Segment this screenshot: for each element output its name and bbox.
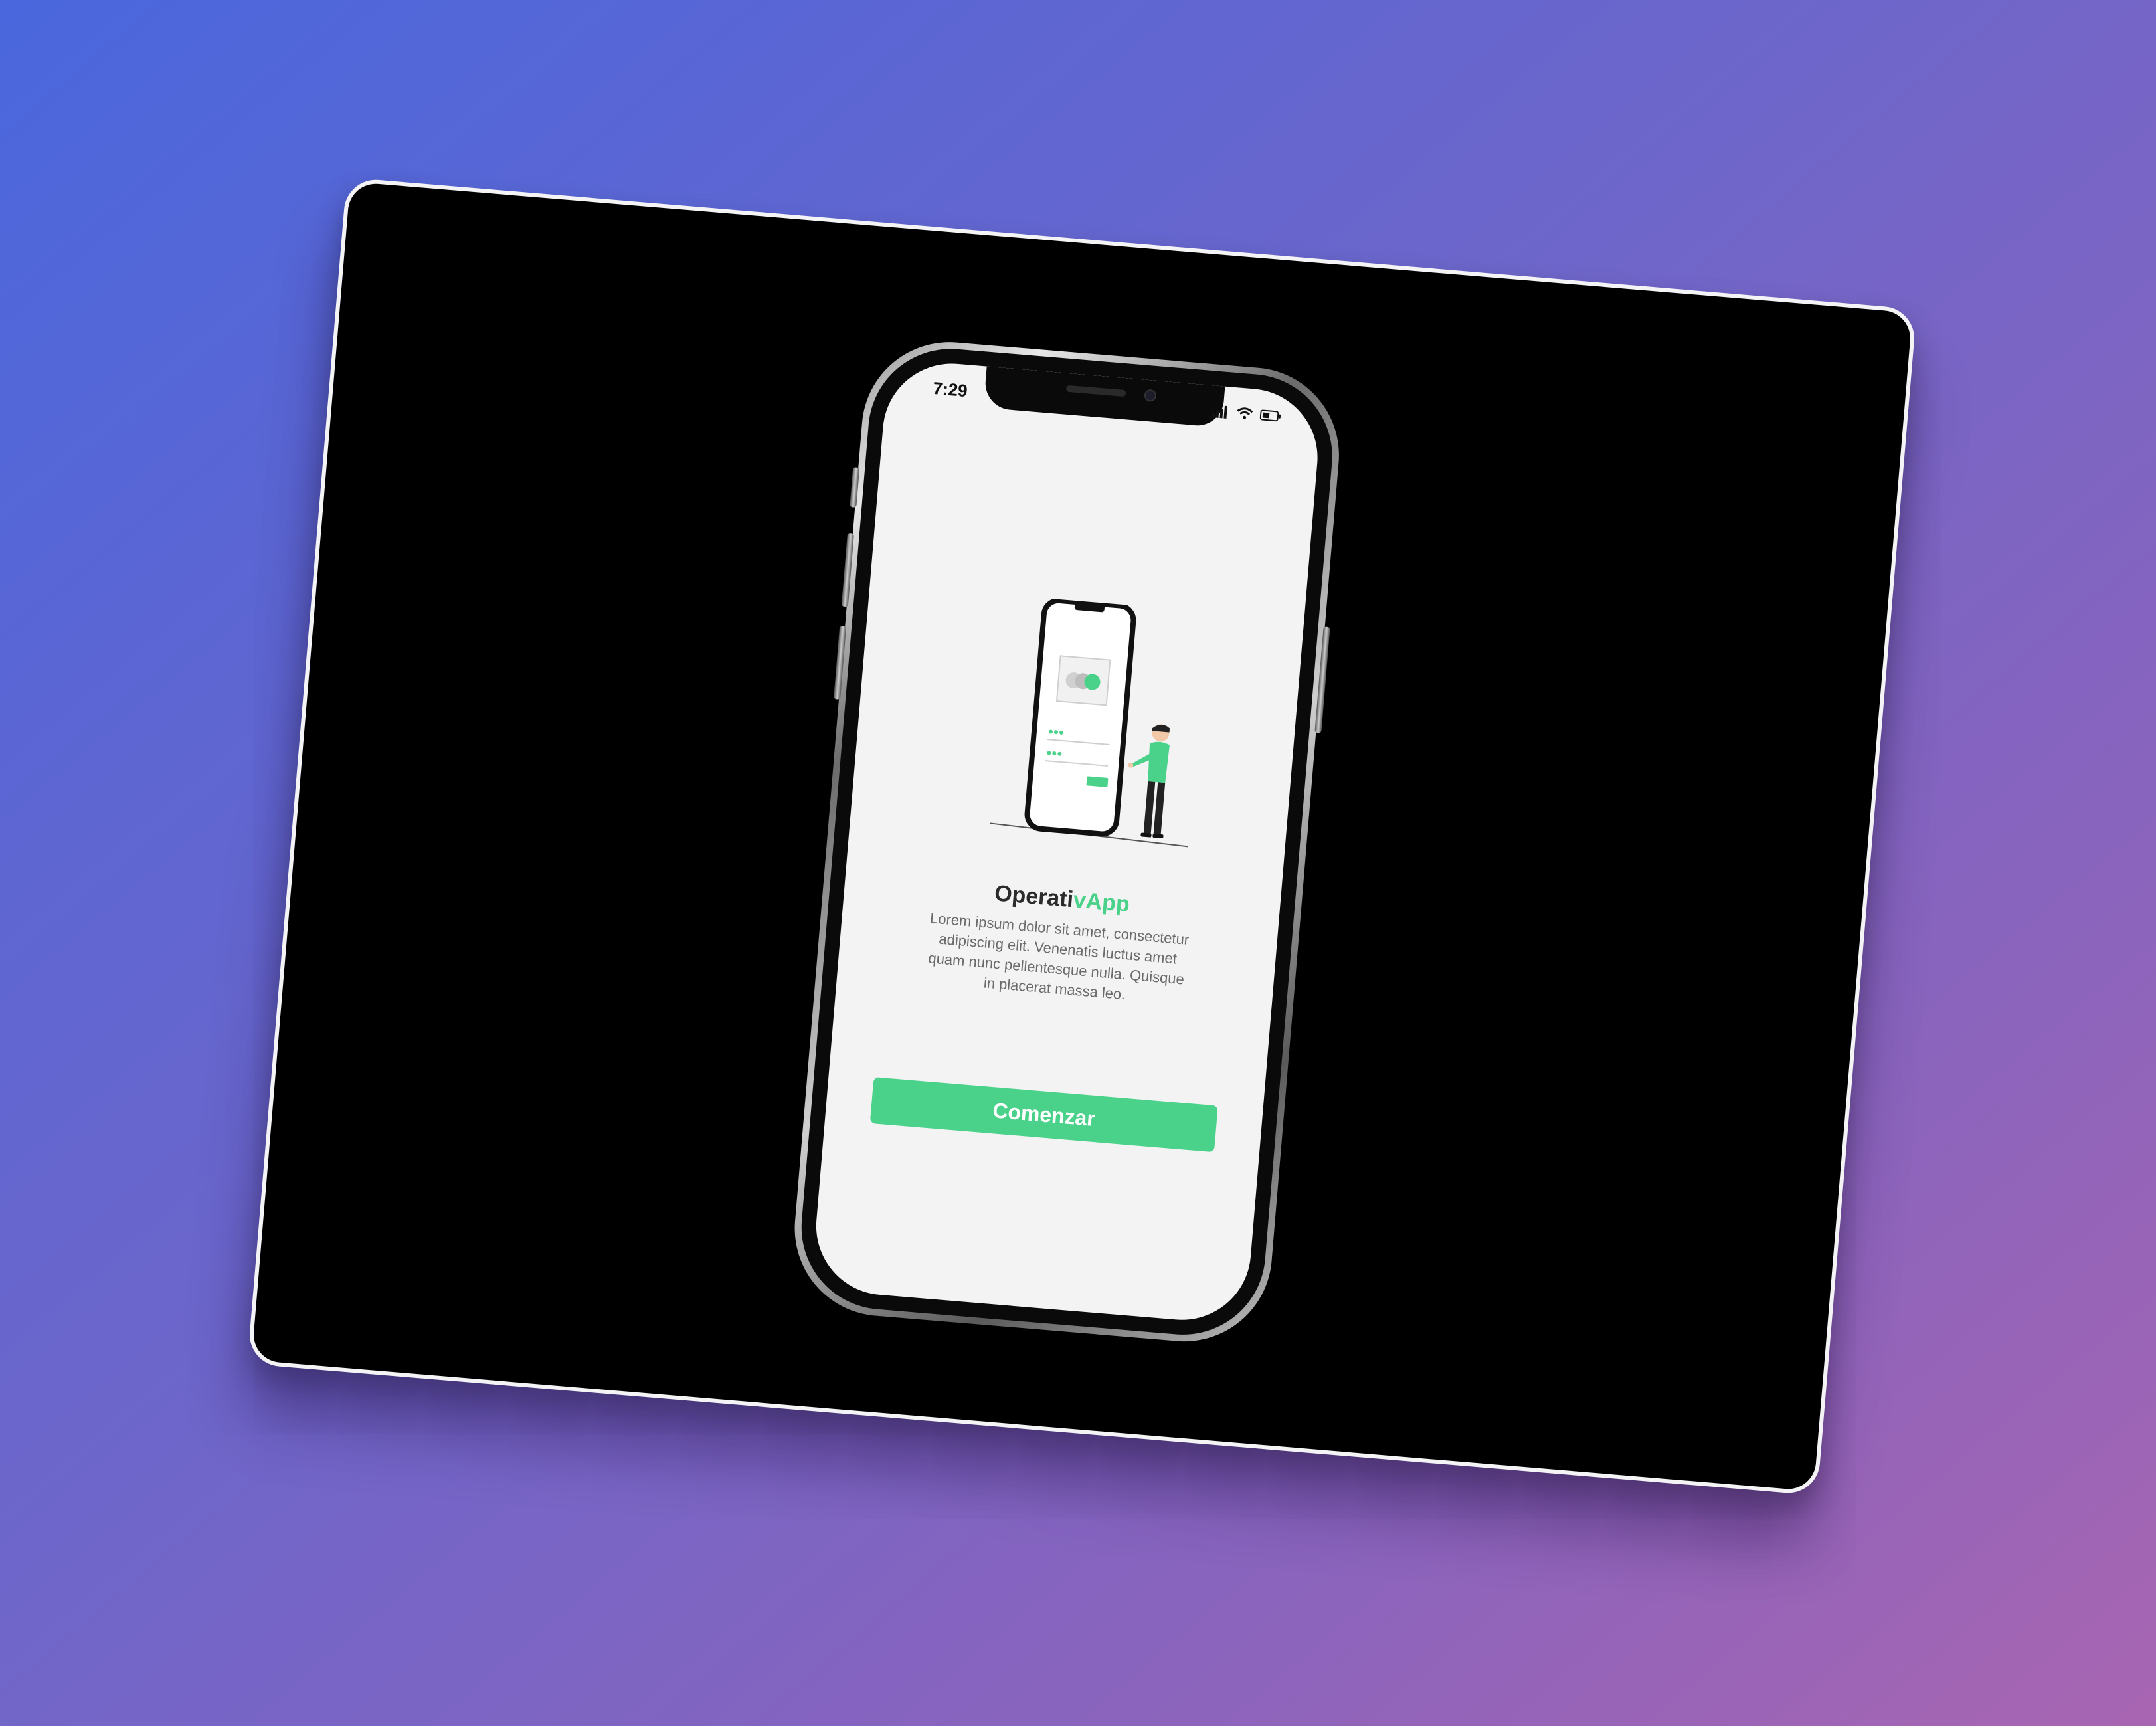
wifi-icon <box>1237 407 1253 419</box>
front-camera <box>1144 389 1157 403</box>
phone-notch <box>983 366 1225 428</box>
onboarding-illustration <box>990 597 1188 848</box>
status-icons <box>1212 404 1281 423</box>
phone-volume-down <box>834 626 847 700</box>
speaker-grille <box>1065 385 1126 397</box>
battery-icon <box>1259 409 1281 422</box>
app-title-accent: vApp <box>1072 887 1131 917</box>
app-description: Lorem ipsum dolor sit amet, consectetur … <box>927 910 1190 1003</box>
signal-icon <box>1212 405 1227 419</box>
app-title-primary: Operati <box>993 880 1075 913</box>
phone-silent-switch <box>850 467 860 508</box>
illustration-phone-outline <box>1024 597 1136 837</box>
phone-mockup: 7:29 OperativApp Lorem ipsum dolor sit a… <box>787 335 1346 1349</box>
presentation-card: 7:29 OperativApp Lorem ipsum dolor sit a… <box>247 177 1917 1496</box>
phone-bezel: 7:29 OperativApp Lorem ipsum dolor sit a… <box>794 342 1339 1341</box>
start-button[interactable]: Comenzar <box>869 1077 1218 1153</box>
illustration-person-shirt <box>1148 741 1170 783</box>
phone-power-button <box>1314 626 1330 733</box>
status-time: 7:29 <box>932 377 968 401</box>
phone-volume-up <box>841 533 854 607</box>
page-background: 7:29 OperativApp Lorem ipsum dolor sit a… <box>0 0 2156 1726</box>
app-screen: 7:29 OperativApp Lorem ipsum dolor sit a… <box>810 358 1323 1326</box>
